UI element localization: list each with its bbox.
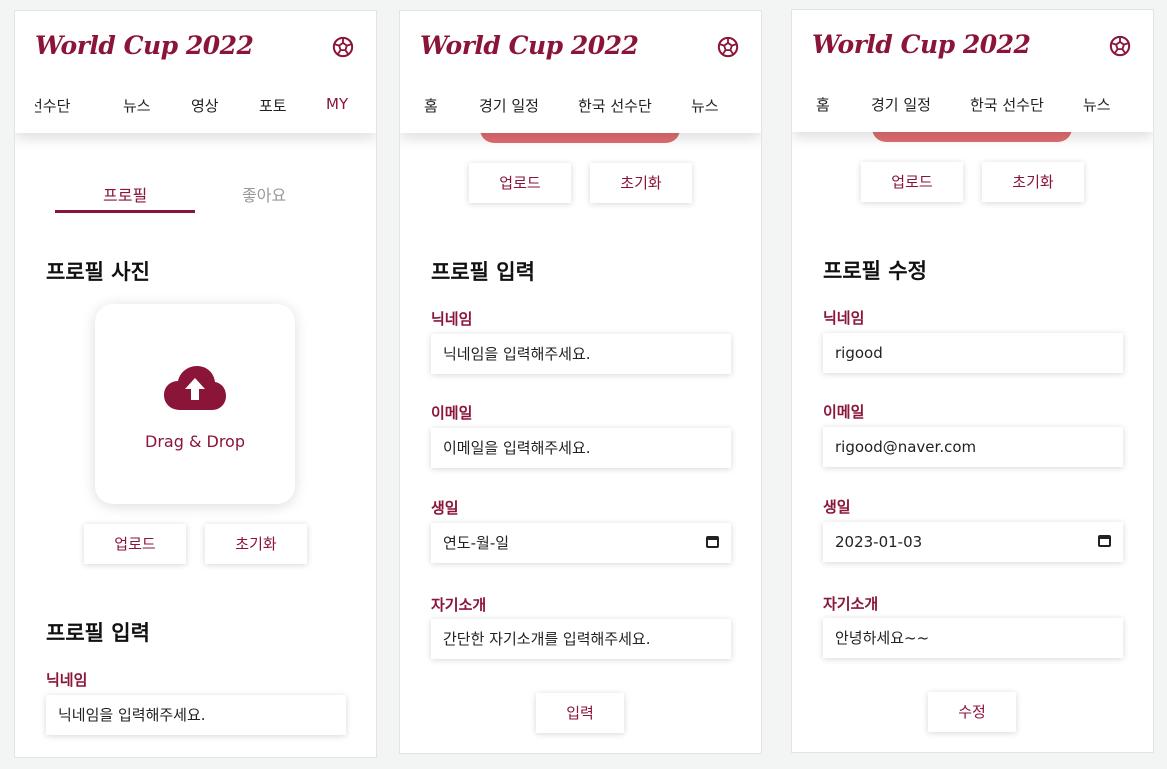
nav-item-schedule[interactable]: 경기 일정 <box>871 94 931 115</box>
soccer-ball-icon[interactable] <box>717 36 739 58</box>
profile-panel-edit: World Cup 2022 홈 경기 일정 한국 선수단 뉴스 업로드 초기화… <box>791 9 1154 753</box>
nav-item-home[interactable]: 홈 <box>816 94 830 115</box>
nav-bar: 선수단 뉴스 영상 포토 MY <box>15 95 376 117</box>
upload-button[interactable]: 업로드 <box>84 524 186 564</box>
email-input[interactable]: rigood@naver.com <box>823 427 1123 467</box>
reset-button[interactable]: 초기화 <box>982 162 1084 202</box>
drop-zone-label: Drag & Drop <box>145 432 245 451</box>
nickname-label: 닉네임 <box>431 310 473 328</box>
nav-bar: 홈 경기 일정 한국 선수단 뉴스 <box>792 94 1153 116</box>
nav-item-my[interactable]: MY <box>326 95 348 113</box>
soccer-ball-icon[interactable] <box>332 36 354 58</box>
email-label: 이메일 <box>431 404 473 422</box>
header: World Cup 2022 선수단 뉴스 영상 포토 MY <box>15 11 376 133</box>
upload-button[interactable]: 업로드 <box>469 163 571 203</box>
tab-active-indicator <box>55 210 195 213</box>
profile-panel-input: World Cup 2022 홈 경기 일정 한국 선수단 뉴스 업로드 초기화… <box>399 10 762 754</box>
app-logo[interactable]: World Cup 2022 <box>35 31 254 60</box>
bio-label: 자기소개 <box>431 596 487 614</box>
nav-item-home[interactable]: 홈 <box>424 95 438 116</box>
soccer-ball-icon[interactable] <box>1109 35 1131 57</box>
app-logo[interactable]: World Cup 2022 <box>812 30 1031 59</box>
drop-zone[interactable]: Drag & Drop <box>95 304 295 504</box>
nav-item-photo[interactable]: 포토 <box>259 95 287 116</box>
tab-likes[interactable]: 좋아요 <box>242 182 286 206</box>
edit-submit-button[interactable]: 수정 <box>928 692 1016 732</box>
header: World Cup 2022 홈 경기 일정 한국 선수단 뉴스 <box>400 11 761 133</box>
profile-panel-photo: World Cup 2022 선수단 뉴스 영상 포토 MY 프로필 좋아요 프… <box>14 10 377 758</box>
birthday-input[interactable]: 2023-01-03 <box>823 522 1123 562</box>
header: World Cup 2022 홈 경기 일정 한국 선수단 뉴스 <box>792 10 1153 132</box>
birthday-input[interactable]: 연도-월-일 <box>431 523 731 563</box>
nav-item-korea-team[interactable]: 한국 선수단 <box>970 94 1044 115</box>
birthday-value: 2023-01-03 <box>835 533 923 551</box>
reset-button[interactable]: 초기화 <box>590 163 692 203</box>
bio-label: 자기소개 <box>823 595 879 613</box>
email-label: 이메일 <box>823 403 865 421</box>
profile-edit-title: 프로필 수정 <box>823 259 927 283</box>
profile-input-title: 프로필 입력 <box>46 621 150 645</box>
calendar-icon[interactable] <box>706 536 719 548</box>
nav-item-news[interactable]: 뉴스 <box>123 95 151 116</box>
nickname-label: 닉네임 <box>823 309 865 327</box>
profile-photo-title: 프로필 사진 <box>46 260 150 284</box>
nav-bar: 홈 경기 일정 한국 선수단 뉴스 <box>400 95 761 117</box>
birthday-label: 생일 <box>823 498 851 516</box>
submit-button[interactable]: 입력 <box>536 693 624 733</box>
calendar-icon[interactable] <box>1098 535 1111 547</box>
reset-button[interactable]: 초기화 <box>205 524 307 564</box>
cloud-upload-icon <box>164 366 226 410</box>
nav-item-players[interactable]: 선수단 <box>35 95 70 116</box>
upload-button[interactable]: 업로드 <box>861 162 963 202</box>
bio-input[interactable]: 안녕하세요~~ <box>823 618 1123 658</box>
nickname-label: 닉네임 <box>46 671 88 689</box>
nav-item-korea-team[interactable]: 한국 선수단 <box>578 95 652 116</box>
bio-input[interactable]: 간단한 자기소개를 입력해주세요. <box>431 619 731 659</box>
nickname-input[interactable]: rigood <box>823 333 1123 373</box>
birthday-label: 생일 <box>431 499 459 517</box>
nav-item-video[interactable]: 영상 <box>191 95 219 116</box>
nav-item-news[interactable]: 뉴스 <box>691 95 719 116</box>
app-logo[interactable]: World Cup 2022 <box>420 31 639 60</box>
nav-item-schedule[interactable]: 경기 일정 <box>479 95 539 116</box>
tab-profile[interactable]: 프로필 <box>103 182 147 206</box>
nickname-input[interactable]: 닉네임을 입력해주세요. <box>46 695 346 735</box>
nav-item-news[interactable]: 뉴스 <box>1083 94 1111 115</box>
email-input[interactable]: 이메일을 입력해주세요. <box>431 428 731 468</box>
profile-input-title: 프로필 입력 <box>431 260 535 284</box>
birthday-value: 연도-월-일 <box>443 534 510 552</box>
nickname-input[interactable]: 닉네임을 입력해주세요. <box>431 334 731 374</box>
